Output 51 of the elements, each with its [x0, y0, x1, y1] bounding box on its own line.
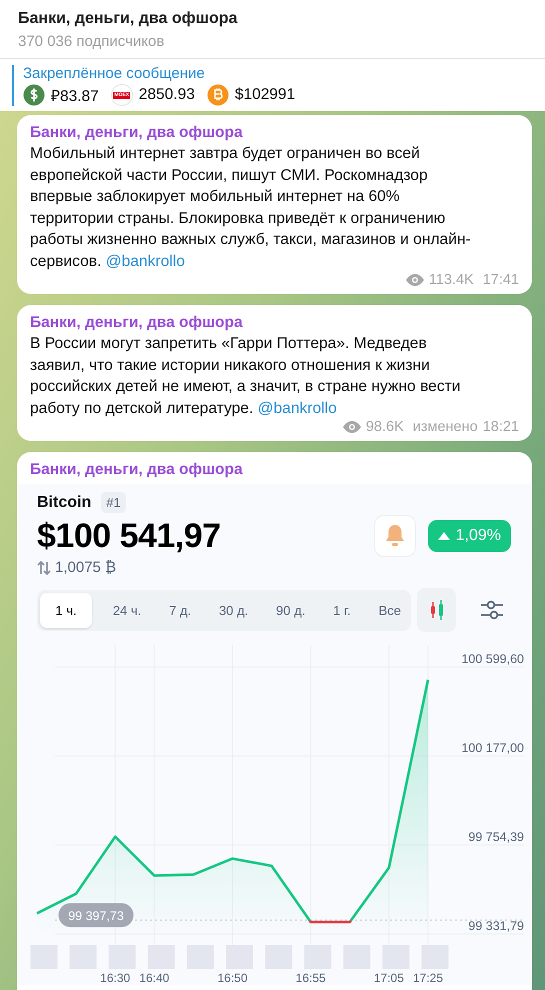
- x-axis-label: 17:25: [412, 971, 444, 985]
- mention-link[interactable]: @bankrollo: [258, 400, 337, 416]
- y-axis-label: 99 754,39: [468, 830, 524, 844]
- period-tab[interactable]: 7 д.: [162, 592, 198, 628]
- x-axis-label: 16:40: [139, 971, 170, 985]
- volume-text: 1,0075 ₿: [55, 559, 116, 576]
- x-axis-label: 17:05: [374, 971, 404, 985]
- message-time: 17:41: [482, 272, 519, 288]
- bitcoin-icon: [206, 84, 229, 106]
- period-tab[interactable]: 1 г.: [326, 592, 358, 628]
- rank-label: #1: [101, 492, 126, 513]
- y-axis-label: 99 331,79: [468, 919, 524, 933]
- channel-title: Банки, деньги, два офшора: [18, 10, 238, 28]
- coin-price: $100 541,97: [37, 516, 222, 556]
- bell-icon: [384, 524, 406, 548]
- x-axis-label: 16:55: [296, 971, 326, 985]
- edited-label: изменено: [412, 419, 478, 435]
- channel-name[interactable]: Банки, деньги, два офшора: [30, 459, 519, 480]
- channel-name[interactable]: Банки, деньги, два офшора: [30, 122, 519, 143]
- sliders-icon: [480, 599, 504, 621]
- price-tag: 99 397,73: [58, 903, 134, 928]
- rate-value: ₽83.87: [51, 87, 99, 106]
- view-count: 113.4K: [428, 272, 474, 288]
- change-badge: 1,09%: [428, 520, 511, 552]
- pinned-label: Закреплённое сообщение: [23, 65, 206, 82]
- rate-value: $102991: [234, 86, 296, 104]
- rate-value: 2850.93: [138, 86, 195, 104]
- x-axis-label: 16:50: [217, 971, 248, 985]
- candlestick-icon: [428, 599, 444, 621]
- y-axis-label: 100 177,00: [461, 741, 524, 755]
- channel-name[interactable]: Банки, деньги, два офшора: [30, 312, 519, 333]
- period-tab[interactable]: 30 д.: [212, 592, 256, 628]
- message-text: Мобильный интернет завтра будет ограничен во всей европейской части России, пишут СМИ. Роскомнадзор впервые заблокирует мобильный интернет на 60% территории страны. Блокировка приведёт к ограничению работы жизненно важных служб, такси, магазинов и онлайн-сервисов. @bankrollo: [30, 144, 472, 272]
- mention-link[interactable]: @bankrollo: [106, 252, 185, 270]
- period-tab[interactable]: 1 ч.: [40, 592, 92, 628]
- ref-line-label: 99 397,73: [68, 909, 124, 924]
- x-axis-label: 16:30: [100, 971, 130, 985]
- period-tab[interactable]: 90 д.: [269, 592, 312, 628]
- subscriber-count: 370 036 подписчиков: [18, 33, 166, 50]
- coin-name: Bitcoin: [37, 494, 92, 512]
- eye-icon: [342, 421, 361, 433]
- message-time: 18:21: [482, 419, 519, 435]
- dollar-icon: [23, 84, 45, 106]
- eye-icon: [406, 274, 424, 286]
- period-tab[interactable]: 24 ч.: [106, 592, 148, 628]
- view-count: 98.6K: [366, 419, 404, 435]
- period-tab[interactable]: Все: [372, 592, 408, 628]
- y-axis-label: 100 599,60: [461, 652, 524, 666]
- message-text: В России могут запретить «Гарри Поттера». Медведев заявил, что такие истории никакого отношения к жизни российских детей не имеют, а значит, в стране нужно вести работу по детской литературе. @bankrollo: [30, 334, 462, 418]
- candlestick-button[interactable]: [417, 588, 456, 632]
- swap-icon: [37, 560, 51, 574]
